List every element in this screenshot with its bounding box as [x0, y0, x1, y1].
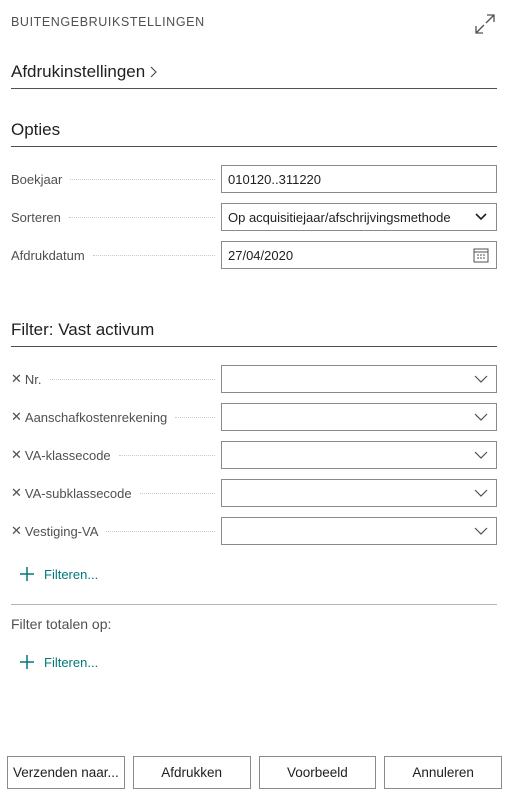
options-row-boekjaar: Boekjaar 010120..311220: [11, 165, 497, 193]
options-row-afdrukdatum: Afdrukdatum 27/04/2020: [11, 241, 497, 269]
print-settings-header[interactable]: Afdrukinstellingen: [11, 62, 497, 89]
chevron-down-icon[interactable]: [472, 484, 490, 502]
filter-header: Filter: Vast activum: [11, 320, 497, 347]
filter-row-aanschafkostenrekening: ✕ Aanschafkostenrekening: [11, 403, 497, 431]
chevron-down-icon[interactable]: [472, 522, 490, 540]
add-filter-label: Filteren...: [44, 566, 99, 582]
dialog-header: BUITENGEBRUIKSTELLINGEN: [11, 13, 498, 37]
va-subklassecode-filter-input[interactable]: [221, 479, 497, 507]
field-label: Sorteren: [11, 209, 61, 225]
plus-icon: [20, 567, 34, 581]
section-divider: [11, 604, 497, 605]
field-label: VA-klassecode: [24, 447, 111, 463]
chevron-down-icon[interactable]: [472, 408, 490, 426]
send-to-button[interactable]: Verzenden naar...: [7, 756, 125, 789]
chevron-down-icon: [475, 213, 487, 221]
filter-row-va-klassecode: ✕ VA-klassecode: [11, 441, 497, 469]
remove-filter-icon[interactable]: ✕: [11, 409, 22, 425]
field-label: Afdrukdatum: [11, 247, 85, 263]
options-row-sorteren: Sorteren Op acquisitiejaar/afschrijvings…: [11, 203, 497, 231]
calendar-icon[interactable]: [472, 246, 490, 264]
remove-filter-icon[interactable]: ✕: [11, 485, 22, 501]
remove-filter-icon[interactable]: ✕: [11, 371, 22, 387]
print-settings-section: Afdrukinstellingen: [11, 62, 497, 89]
options-section: Opties: [11, 120, 497, 147]
vestiging-va-filter-input[interactable]: [221, 517, 497, 545]
add-totals-filter-label: Filteren...: [44, 654, 99, 670]
afdrukdatum-input[interactable]: 27/04/2020: [221, 241, 497, 269]
filter-row-nr: ✕ Nr.: [11, 365, 497, 393]
chevron-down-icon[interactable]: [472, 370, 490, 388]
sorteren-select[interactable]: Op acquisitiejaar/afschrijvingsmethode: [221, 203, 497, 231]
filter-section: Filter: Vast activum: [11, 320, 497, 347]
field-label: VA-subklassecode: [24, 485, 132, 501]
print-button[interactable]: Afdrukken: [132, 756, 251, 789]
filter-row-vestiging-va: ✕ Vestiging-VA: [11, 517, 497, 545]
dialog-title: BUITENGEBRUIKSTELLINGEN: [11, 15, 205, 29]
cancel-button[interactable]: Annuleren: [384, 756, 502, 789]
va-klassecode-filter-input[interactable]: [221, 441, 497, 469]
options-header: Opties: [11, 120, 497, 147]
chevron-down-icon[interactable]: [472, 446, 490, 464]
add-totals-filter-link[interactable]: Filteren...: [18, 653, 98, 671]
chevron-right-icon: [150, 66, 158, 78]
preview-button[interactable]: Voorbeeld: [258, 756, 377, 789]
boekjaar-input[interactable]: 010120..311220: [221, 165, 497, 193]
plus-icon: [20, 655, 34, 669]
field-label: Aanschafkostenrekening: [24, 409, 168, 425]
field-label: Boekjaar: [11, 171, 63, 187]
remove-filter-icon[interactable]: ✕: [11, 523, 22, 539]
totals-label: Filter totalen op:: [11, 616, 112, 632]
field-label: Nr.: [24, 371, 42, 387]
filter-row-va-subklassecode: ✕ VA-subklassecode: [11, 479, 497, 507]
remove-filter-icon[interactable]: ✕: [11, 447, 22, 463]
dialog-footer: Verzenden naar... Afdrukken Voorbeeld An…: [7, 756, 502, 789]
aanschafkostenrekening-filter-input[interactable]: [221, 403, 497, 431]
nr-filter-input[interactable]: [221, 365, 497, 393]
field-label: Vestiging-VA: [24, 523, 99, 539]
expand-icon[interactable]: [474, 13, 496, 35]
add-filter-link[interactable]: Filteren...: [18, 565, 98, 583]
print-settings-label: Afdrukinstellingen: [11, 62, 146, 81]
